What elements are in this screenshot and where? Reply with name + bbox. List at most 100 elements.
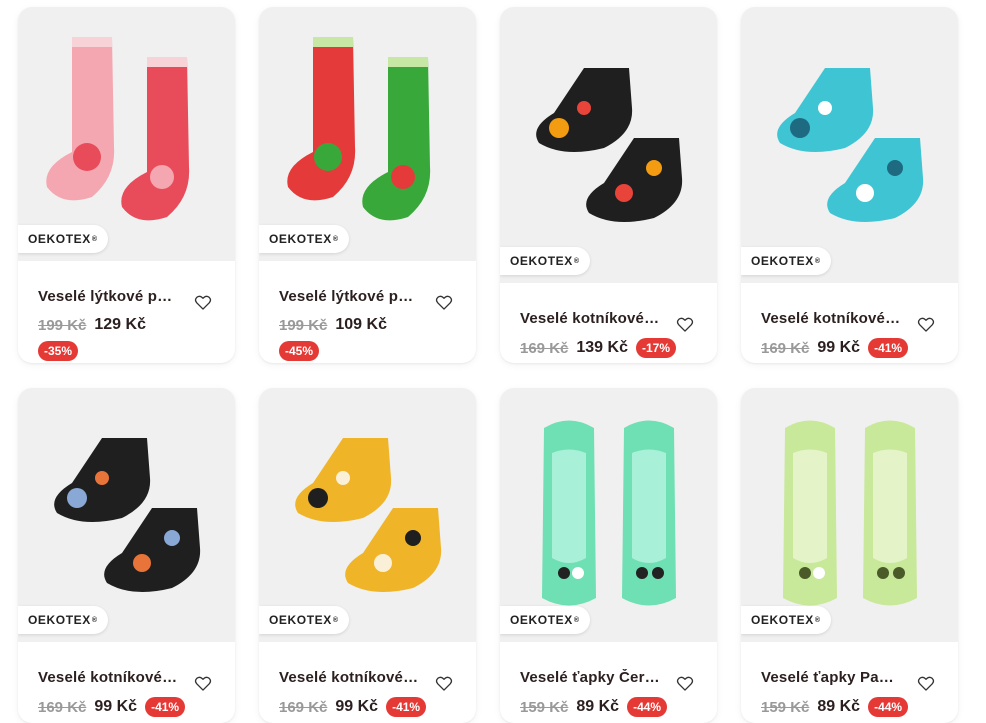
product-title[interactable]: Veselé lýtkové ponožky Jahody [38, 288, 178, 305]
wishlist-heart-icon[interactable] [675, 673, 697, 695]
badge-mark: ® [814, 616, 821, 624]
title-row: Veselé kotníkové ponožky Louka [38, 659, 215, 695]
price-row: 169 Kč 139 Kč -17% [520, 338, 697, 358]
discount-badge: -45% [279, 341, 320, 361]
product-title[interactable]: Veselé kotníkové ponožky Kopretiny [761, 310, 901, 327]
wishlist-heart-icon[interactable] [916, 314, 938, 336]
wishlist-heart-icon[interactable] [675, 314, 697, 336]
product-info: Veselé kotníkové ponožky Květiny 169 Kč … [500, 283, 717, 358]
badge-mark: ® [814, 257, 821, 265]
title-row: Veselé kotníkové ponožky Květiny [520, 300, 697, 336]
oekotex-badge: OEKOTEX ® [500, 247, 590, 275]
panda-footie-socks-image [755, 408, 945, 623]
product-image[interactable]: OEKOTEX ® [741, 388, 958, 642]
badge-mark: ® [91, 235, 98, 243]
discount-badge: -41% [386, 697, 427, 717]
oekotex-badge: OEKOTEX ® [500, 606, 590, 634]
badge-label: OEKOTEX [510, 254, 573, 268]
daisy-ankle-socks-image [755, 38, 945, 253]
product-row: OEKOTEX® Veselé lýtkové ponožky Jahody 1… [18, 7, 958, 363]
new-price: 99 Kč [94, 698, 138, 715]
title-row: Veselé kotníkové ponožky Kopretiny [761, 300, 938, 336]
watermelon-socks-image [273, 27, 463, 242]
badge-mark: ® [332, 235, 339, 243]
price-row: 169 Kč 99 Kč -41% [279, 697, 456, 717]
product-info: Veselé ťapky Černá ovce 159 Kč 89 Kč -44… [500, 642, 717, 717]
old-price: 169 Kč [520, 339, 569, 357]
product-card[interactable]: OEKOTEX® Veselé kotníkové ponožky Květin… [500, 7, 717, 363]
title-row: Veselé lýtkové ponožky Jahody [38, 278, 215, 314]
product-info: Veselé kotníkové ponožky Pivo 169 Kč 99 … [259, 642, 476, 717]
product-image[interactable]: OEKOTEX ® [500, 7, 717, 283]
badge-mark: ® [91, 616, 98, 624]
product-card[interactable]: OEKOTEX® Veselé lýtkové ponožky Jahody 1… [18, 7, 235, 363]
title-row: Veselé kotníkové ponožky Pivo [279, 659, 456, 695]
wishlist-heart-icon[interactable] [193, 673, 215, 695]
product-image[interactable]: OEKOTEX ® [500, 388, 717, 642]
product-info: Veselé kotníkové ponožky Kopretiny 169 K… [741, 283, 958, 358]
product-info: Veselé ťapky Pandy v bambusu 159 Kč 89 K… [741, 642, 958, 717]
price-row: 169 Kč 99 Kč -41% [38, 697, 215, 717]
product-title[interactable]: Veselé lýtkové ponožky Melouny [279, 288, 419, 305]
old-price: 169 Kč [761, 339, 810, 357]
meadow-ankle-socks-image [32, 408, 222, 623]
product-image[interactable]: OEKOTEX ® [18, 7, 235, 261]
discount-badge: -44% [627, 697, 668, 717]
product-card[interactable]: OEKOTEX® Veselé kotníkové ponožky Pivo 1… [259, 388, 476, 723]
title-row: Veselé ťapky Černá ovce [520, 659, 697, 695]
product-title[interactable]: Veselé kotníkové ponožky Květiny [520, 310, 660, 327]
product-title[interactable]: Veselé kotníkové ponožky Pivo [279, 669, 419, 686]
wishlist-heart-icon[interactable] [916, 673, 938, 695]
badge-mark: ® [332, 616, 339, 624]
new-price: 129 Kč [94, 316, 146, 333]
new-price: 139 Kč [576, 339, 628, 356]
beer-ankle-socks-image [273, 408, 463, 623]
title-row: Veselé lýtkové ponožky Melouny [279, 278, 456, 314]
product-image[interactable]: OEKOTEX ® [259, 388, 476, 642]
product-image[interactable]: OEKOTEX ® [741, 7, 958, 283]
badge-mark: ® [573, 257, 580, 265]
oekotex-badge: OEKOTEX ® [741, 606, 831, 634]
discount-badge: -17% [635, 338, 676, 358]
oekotex-badge: OEKOTEX ® [259, 606, 349, 634]
product-title[interactable]: Veselé ťapky Pandy v bambusu [761, 669, 901, 686]
discount-badge: -41% [145, 697, 186, 717]
price-row: 199 Kč 129 Kč [38, 316, 215, 334]
new-price: 99 Kč [335, 698, 379, 715]
new-price: 89 Kč [576, 698, 620, 715]
price-row: 159 Kč 89 Kč -44% [761, 697, 938, 717]
product-info: Veselé lýtkové ponožky Melouny 199 Kč 10… [259, 261, 476, 361]
new-price: 99 Kč [817, 339, 861, 356]
strawberry-socks-image [32, 27, 222, 242]
oekotex-badge: OEKOTEX ® [18, 225, 108, 253]
product-image[interactable]: OEKOTEX ® [18, 388, 235, 642]
new-price: 109 Kč [335, 316, 387, 333]
badge-label: OEKOTEX [28, 232, 91, 246]
badge-label: OEKOTEX [28, 613, 91, 627]
price-row: 169 Kč 99 Kč -41% [761, 338, 938, 358]
discount-badge: -41% [868, 338, 909, 358]
oekotex-badge: OEKOTEX ® [741, 247, 831, 275]
badge-label: OEKOTEX [269, 232, 332, 246]
wishlist-heart-icon[interactable] [193, 292, 215, 314]
oekotex-badge: OEKOTEX ® [18, 606, 108, 634]
badge-label: OEKOTEX [751, 613, 814, 627]
old-price: 159 Kč [520, 698, 569, 716]
product-image[interactable]: OEKOTEX ® [259, 7, 476, 261]
product-card[interactable]: OEKOTEX® Veselé lýtkové ponožky Melouny … [259, 7, 476, 363]
product-card[interactable]: OEKOTEX® Veselé ťapky Pandy v bambusu 15… [741, 388, 958, 723]
product-title[interactable]: Veselé kotníkové ponožky Louka [38, 669, 178, 686]
oekotex-badge: OEKOTEX ® [259, 225, 349, 253]
old-price: 199 Kč [279, 316, 328, 334]
product-card[interactable]: OEKOTEX® Veselé kotníkové ponožky Kopret… [741, 7, 958, 363]
product-card[interactable]: OEKOTEX® Veselé ťapky Černá ovce 159 Kč … [500, 388, 717, 723]
badge-label: OEKOTEX [751, 254, 814, 268]
product-title[interactable]: Veselé ťapky Černá ovce [520, 669, 660, 686]
price-row: 159 Kč 89 Kč -44% [520, 697, 697, 717]
product-card[interactable]: OEKOTEX® Veselé kotníkové ponožky Louka … [18, 388, 235, 723]
price-row: 199 Kč 109 Kč [279, 316, 456, 334]
wishlist-heart-icon[interactable] [434, 673, 456, 695]
wishlist-heart-icon[interactable] [434, 292, 456, 314]
old-price: 159 Kč [761, 698, 810, 716]
new-price: 89 Kč [817, 698, 861, 715]
